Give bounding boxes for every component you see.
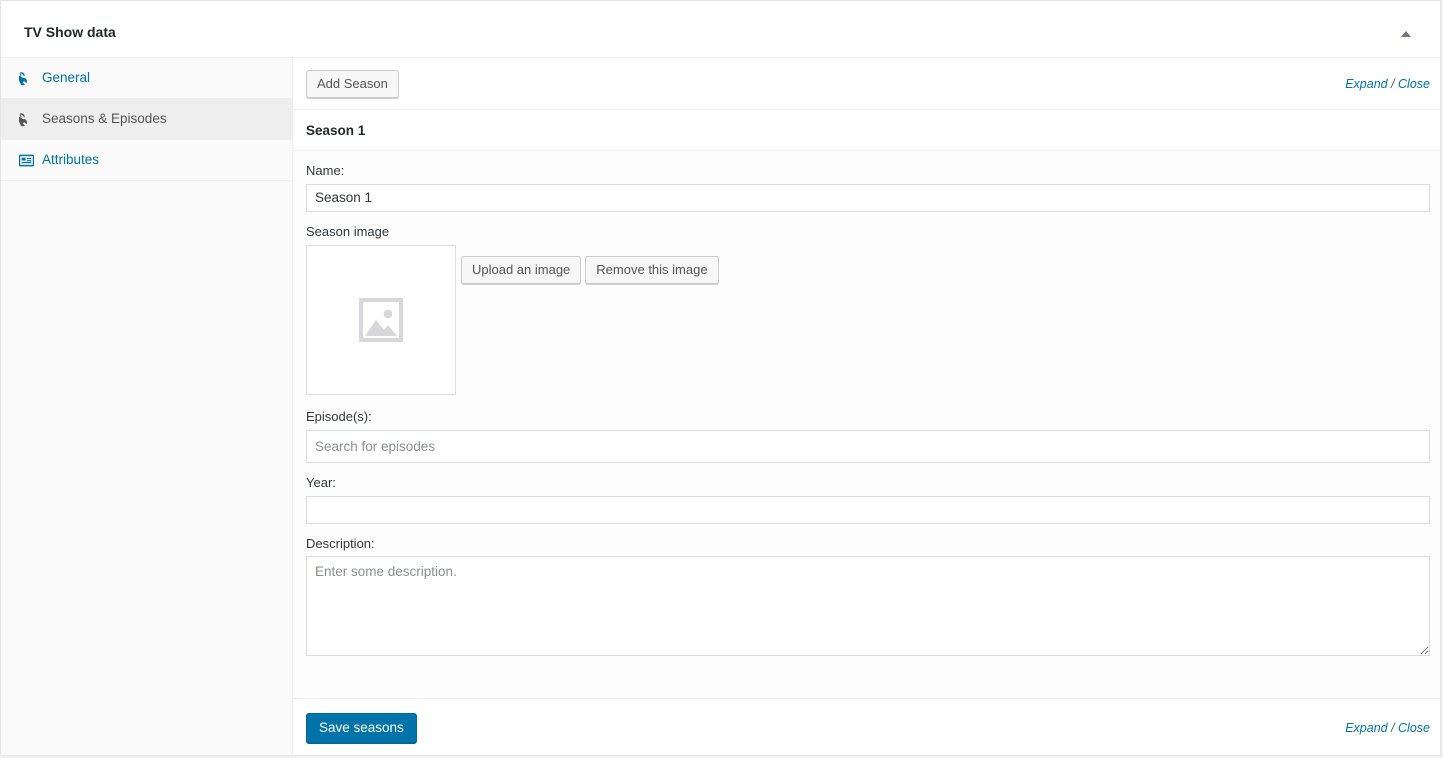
page-title: TV Show data bbox=[24, 24, 116, 40]
season-name-label: Name: bbox=[306, 163, 345, 178]
seasons-footer: Save seasons Expand / Close bbox=[293, 699, 1440, 755]
sidebar-item-general-label: General bbox=[42, 70, 91, 86]
expand-link-bottom[interactable]: Expand bbox=[1345, 721, 1387, 735]
sidebar-item-attributes-label: Attributes bbox=[42, 152, 100, 168]
season-episodes-input[interactable] bbox=[306, 429, 1430, 463]
season-description-field: Description: bbox=[306, 536, 1430, 657]
close-link-bottom[interactable]: Close bbox=[1398, 721, 1430, 735]
season-description-label: Description: bbox=[306, 535, 375, 551]
collapse-metabox-toggle[interactable] bbox=[1392, 21, 1420, 47]
seasons-toolbar: Add Season Expand / Close bbox=[293, 58, 1440, 110]
season-image-preview[interactable] bbox=[306, 244, 456, 395]
season-year-label: Year: bbox=[306, 474, 336, 490]
add-season-button[interactable]: Add Season bbox=[306, 69, 399, 98]
metabox-header: TV Show data bbox=[1, 1, 1440, 58]
metabox-body: General Seasons & Episodes Attributes Ad… bbox=[1, 58, 1440, 755]
season-year-field: Year: bbox=[306, 475, 1430, 524]
close-link-top[interactable]: Close bbox=[1398, 77, 1430, 91]
table-list-icon bbox=[17, 151, 35, 169]
tv-show-data-metabox: TV Show data General Seasons & Episodes … bbox=[0, 0, 1441, 756]
season-year-input[interactable] bbox=[306, 495, 1430, 524]
seasons-panel: Add Season Expand / Close Season 1 Name:… bbox=[293, 58, 1440, 755]
sidebar-item-seasons-episodes-label: Seasons & Episodes bbox=[42, 111, 167, 127]
caret-up-icon bbox=[1401, 31, 1411, 37]
sidebar-item-seasons-episodes[interactable]: Seasons & Episodes bbox=[1, 99, 292, 140]
season-image-label: Season image bbox=[306, 223, 390, 239]
toolbar-expand-close: Expand / Close bbox=[1345, 77, 1430, 91]
season-name-field: Name: bbox=[306, 163, 1430, 212]
expand-link-top[interactable]: Expand bbox=[1345, 77, 1387, 91]
season-image-row: Upload an image Remove this image bbox=[306, 244, 1430, 395]
expand-close-separator-top: / bbox=[1387, 76, 1399, 91]
season-image-field: Season image Upload an image Remove this bbox=[306, 224, 1430, 395]
season-image-actions: Upload an image Remove this image bbox=[461, 245, 719, 284]
remove-image-button[interactable]: Remove this image bbox=[585, 255, 719, 284]
upload-image-button[interactable]: Upload an image bbox=[461, 255, 582, 284]
season-episodes-label: Episode(s): bbox=[306, 408, 372, 424]
expand-close-separator-bottom: / bbox=[1387, 720, 1399, 735]
season-name-input[interactable] bbox=[306, 183, 1430, 212]
sidebar-item-attributes[interactable]: Attributes bbox=[1, 140, 292, 181]
season-fields: Name: Season image bbox=[293, 151, 1440, 699]
season-episodes-field: Episode(s): bbox=[306, 409, 1430, 463]
wrench-icon bbox=[17, 110, 35, 128]
season-header[interactable]: Season 1 bbox=[293, 110, 1440, 151]
sidebar-item-general[interactable]: General bbox=[1, 58, 292, 99]
image-placeholder-icon bbox=[359, 297, 403, 342]
season-description-textarea[interactable] bbox=[306, 556, 1430, 657]
panel-tabs: General Seasons & Episodes Attributes bbox=[1, 58, 293, 755]
footer-expand-close: Expand / Close bbox=[1345, 721, 1430, 735]
wrench-icon bbox=[17, 69, 35, 87]
save-seasons-button[interactable]: Save seasons bbox=[306, 712, 417, 743]
